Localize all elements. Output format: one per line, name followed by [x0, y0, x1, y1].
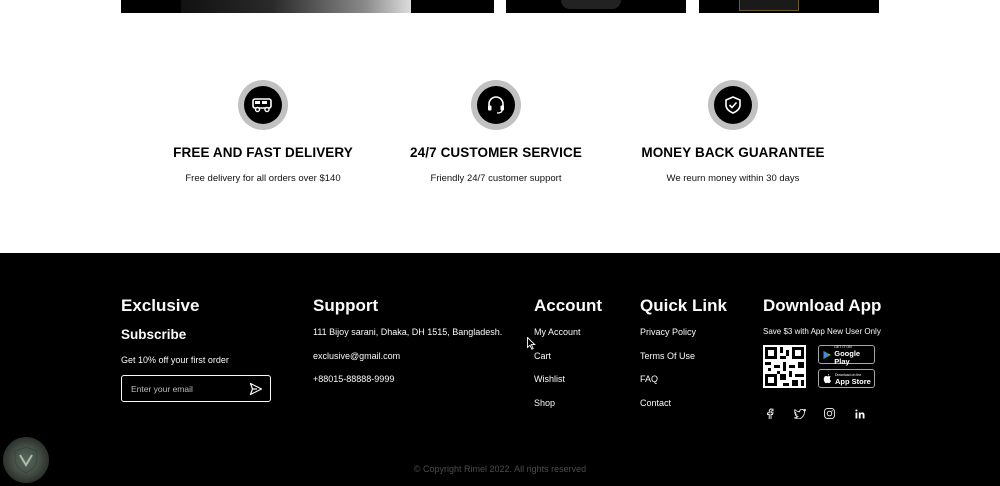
- account-title: Account: [534, 296, 602, 315]
- service-desc: Free delivery for all orders over $140: [185, 173, 341, 184]
- delivery-van-icon: [252, 98, 272, 113]
- copyright-text: © Copyright Rimel 2022. All rights reser…: [413, 464, 587, 474]
- email-input[interactable]: [131, 383, 241, 394]
- service-desc: Friendly 24/7 customer support: [430, 173, 562, 184]
- app-offer-note: Save $3 with App New User Only: [763, 327, 881, 336]
- link-my-account[interactable]: My Account: [534, 327, 602, 338]
- shield-check-icon: [725, 96, 741, 114]
- support-address: 111 Bijoy sarani, Dhaka, DH 1515, Bangla…: [313, 327, 503, 337]
- service-delivery: FREE AND FAST DELIVERY Free delivery for…: [133, 80, 393, 184]
- footer-quick-link: Quick Link Privacy Policy Terms Of Use F…: [640, 296, 727, 422]
- shield-logo-icon: [14, 446, 38, 474]
- footer-account: Account My Account Cart Wishlist Shop: [534, 296, 602, 422]
- link-shop[interactable]: Shop: [534, 398, 602, 409]
- watermark-logo: [3, 437, 49, 483]
- link-terms-of-use[interactable]: Terms Of Use: [640, 351, 727, 362]
- apple-icon: [823, 373, 831, 383]
- email-subscribe-box: [121, 375, 271, 402]
- footer-support: Support 111 Bijoy sarani, Dhaka, DH 1515…: [313, 296, 502, 399]
- service-title: FREE AND FAST DELIVERY: [173, 145, 353, 160]
- page: FREE AND FAST DELIVERY Free delivery for…: [0, 0, 1000, 486]
- qr-code: [763, 345, 806, 388]
- shield-icon-ring: [708, 80, 758, 130]
- link-wishlist[interactable]: Wishlist: [534, 374, 602, 385]
- app-store-button[interactable]: Download on the App Store: [818, 369, 875, 388]
- product-image-1[interactable]: [121, 0, 494, 13]
- subscribe-offer: Get 10% off your first order: [121, 355, 229, 365]
- headset-icon: [488, 96, 504, 114]
- support-email[interactable]: exclusive@gmail.com: [313, 351, 502, 362]
- link-cart[interactable]: Cart: [534, 351, 602, 362]
- link-privacy-policy[interactable]: Privacy Policy: [640, 327, 727, 338]
- support-phone[interactable]: +88015-88888-9999: [313, 374, 502, 385]
- headset-icon-ring: [471, 80, 521, 130]
- exclusive-title: Exclusive: [121, 296, 200, 315]
- product-image-2[interactable]: [506, 0, 686, 13]
- quick-link-title: Quick Link: [640, 296, 727, 315]
- send-icon[interactable]: [249, 382, 263, 396]
- linkedin-icon[interactable]: [853, 407, 866, 420]
- download-app-title: Download App: [763, 296, 882, 315]
- google-play-icon: [823, 350, 831, 359]
- google-play-big: Google Play: [834, 348, 861, 366]
- google-play-button[interactable]: GET IT ON Google Play: [818, 345, 875, 366]
- footer: Exclusive Subscribe Get 10% off your fir…: [0, 253, 1000, 486]
- product-image-3[interactable]: [699, 0, 879, 13]
- service-title: MONEY BACK GUARANTEE: [641, 145, 825, 160]
- service-title: 24/7 CUSTOMER SERVICE: [410, 145, 582, 160]
- social-links: [763, 407, 866, 420]
- mouse-cursor-icon: [527, 337, 536, 350]
- link-faq[interactable]: FAQ: [640, 374, 727, 385]
- twitter-icon[interactable]: [793, 407, 806, 420]
- subscribe-heading: Subscribe: [121, 327, 187, 342]
- service-guarantee: MONEY BACK GUARANTEE We reurn money with…: [603, 80, 863, 184]
- footer-exclusive: Exclusive Subscribe Get 10% off your fir…: [121, 296, 271, 402]
- facebook-icon[interactable]: [763, 407, 776, 420]
- support-title: Support: [313, 296, 379, 315]
- link-contact[interactable]: Contact: [640, 398, 727, 409]
- delivery-icon-ring: [238, 80, 288, 130]
- service-customer: 24/7 CUSTOMER SERVICE Friendly 24/7 cust…: [366, 80, 626, 184]
- service-desc: We reurn money within 30 days: [666, 173, 800, 184]
- footer-download-app: Download App Save $3 with App New User O…: [763, 296, 893, 436]
- app-store-big: App Store: [835, 376, 871, 386]
- instagram-icon[interactable]: [823, 407, 836, 420]
